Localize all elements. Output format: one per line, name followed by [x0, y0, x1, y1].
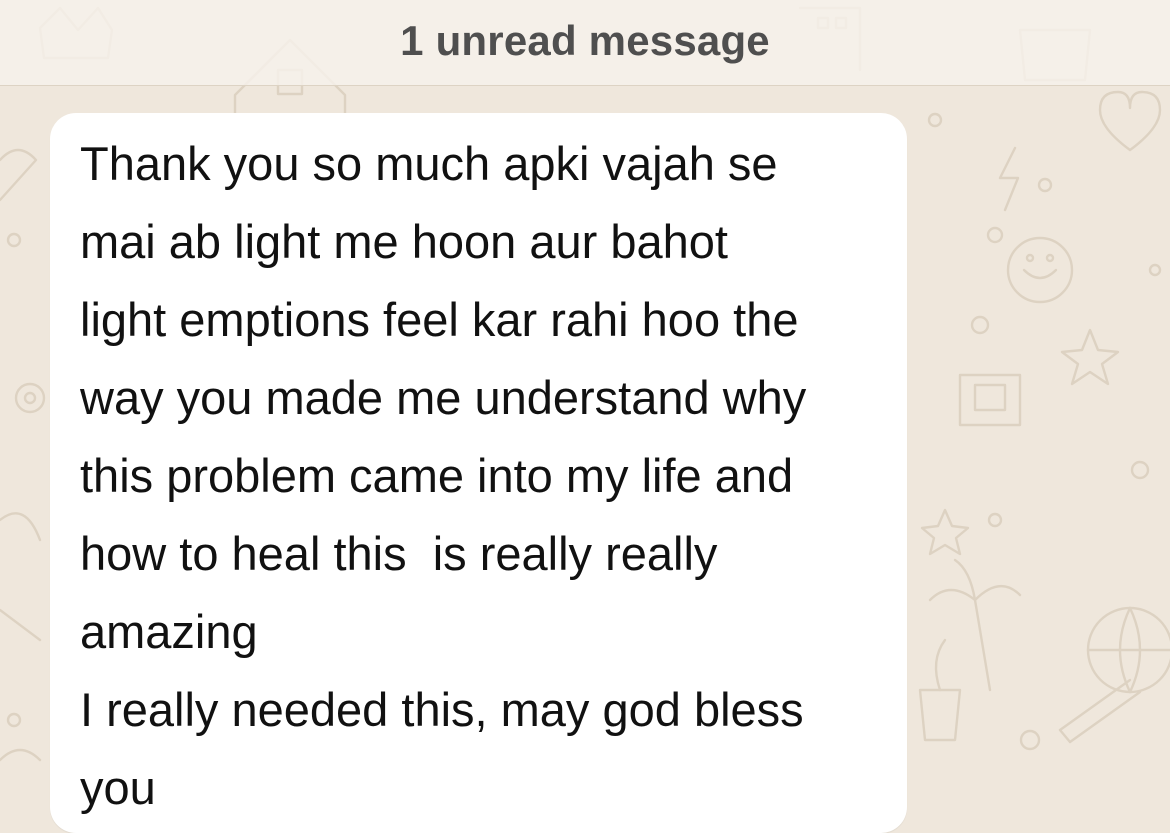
globe-doodle-icon [1086, 606, 1170, 694]
heart-doodle-icon [1098, 90, 1162, 152]
pencil-doodle-icon [1058, 678, 1142, 744]
incoming-message-bubble[interactable]: Thank you so much apki vajah se mai ab l… [50, 113, 907, 833]
plant-doodle-icon [918, 638, 962, 742]
smiley-doodle-icon [1006, 236, 1074, 304]
unread-count-label: 1 unread message [400, 17, 770, 64]
squiggle-doodle-icon [0, 148, 42, 762]
picture-frame-doodle-icon [958, 373, 1022, 427]
message-text: Thank you so much apki vajah se mai ab l… [80, 137, 807, 814]
palm-tree-doodle-icon [928, 558, 1022, 692]
unread-messages-banner: 1 unread message [0, 0, 1170, 86]
bolt-doodle-icon [998, 146, 1020, 212]
star-doodle-icon [920, 328, 1120, 556]
